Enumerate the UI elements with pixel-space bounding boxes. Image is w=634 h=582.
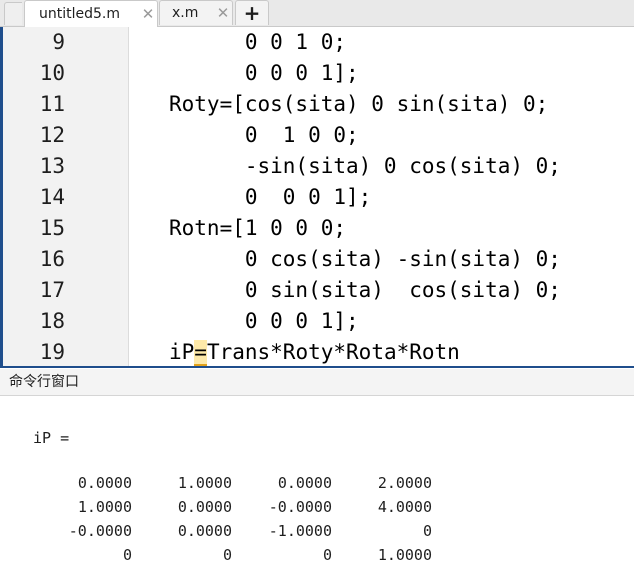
matrix-cell: 0 (422, 522, 432, 540)
code-text[interactable]: 0 0 0 1]; (169, 182, 371, 213)
code-text[interactable]: iP=Trans*Roty*Rota*Rotn (169, 337, 460, 368)
code-text[interactable]: Rotn=[1 0 0 0; (169, 213, 346, 244)
close-icon[interactable]: ✕ (139, 5, 157, 23)
matrix-cell: 0.0000 (177, 522, 232, 540)
code-line[interactable]: 15 Rotn=[1 0 0 0; (3, 213, 634, 244)
tab-x[interactable]: x.m ✕ (159, 0, 233, 25)
code-text[interactable]: 0 0 1 0; (169, 27, 346, 58)
line-number: 14 (39, 185, 65, 209)
code-text-before: iP (169, 340, 195, 364)
line-number: 15 (39, 216, 65, 240)
output-variable-line: iP = (33, 429, 70, 447)
matrix-cell: 2.0000 (377, 474, 432, 492)
code-line[interactable]: 9 0 0 1 0; (3, 27, 634, 58)
matrix-row: -0.0000 0.0000 -1.0000 0 (0, 522, 634, 546)
matrix-row: 0.0000 1.0000 0.0000 2.0000 (0, 474, 634, 498)
code-text[interactable]: 0 sin(sita) cos(sita) 0; (169, 275, 561, 306)
matrix-cell: 0.0000 (277, 474, 332, 492)
line-number: 12 (39, 123, 65, 147)
code-line[interactable]: 12 0 1 0 0; (3, 120, 634, 151)
code-line[interactable]: 13 -sin(sita) 0 cos(sita) 0; (3, 151, 634, 182)
code-line[interactable]: 14 0 0 0 1]; (3, 182, 634, 213)
close-icon[interactable]: ✕ (214, 4, 232, 22)
matrix-cell: 0.0000 (177, 498, 232, 516)
code-line[interactable]: 17 0 sin(sita) cos(sita) 0; (3, 275, 634, 306)
matrix-cell: -1.0000 (268, 522, 332, 540)
matrix-cell: 0 (122, 546, 132, 564)
code-line[interactable]: 16 0 cos(sita) -sin(sita) 0; (3, 244, 634, 275)
tab-label: untitled5.m (39, 6, 120, 22)
code-text[interactable]: 0 1 0 0; (169, 120, 359, 151)
line-number: 9 (52, 30, 65, 54)
matrix-cell: 4.0000 (377, 498, 432, 516)
line-number: 10 (39, 61, 65, 85)
code-editor[interactable]: 9 0 0 1 0; 10 0 0 0 1]; 11 Roty=[cos(sita) … (0, 27, 634, 367)
line-number: 18 (39, 309, 65, 333)
matrix-cell: 1.0000 (377, 546, 432, 564)
code-line[interactable]: 11 Roty=[cos(sita) 0 sin(sita) 0; (3, 89, 634, 120)
line-number: 17 (39, 278, 65, 302)
editor-tab-bar: untitled5.m ✕ x.m ✕ + (0, 0, 634, 27)
matrix-row: 0 0 0 1.0000 (0, 546, 634, 570)
code-text[interactable]: Roty=[cos(sita) 0 sin(sita) 0; (169, 89, 548, 120)
matrix-cell: 1.0000 (177, 474, 232, 492)
code-line[interactable]: 19 iP=Trans*Roty*Rota*Rotn (3, 337, 634, 368)
tab-bar-edge (4, 2, 22, 25)
tab-label: x.m (172, 5, 199, 21)
code-text[interactable]: 0 0 0 1]; (169, 306, 359, 337)
matrix-cell: 0 (222, 546, 232, 564)
matrix-cell: -0.0000 (68, 522, 132, 540)
code-text[interactable]: 0 cos(sita) -sin(sita) 0; (169, 244, 561, 275)
code-text-after: Trans*Roty*Rota*Rotn (206, 340, 460, 364)
matrix-cell: 0.0000 (77, 474, 132, 492)
matrix-cell: 1.0000 (77, 498, 132, 516)
code-text[interactable]: 0 0 0 1]; (169, 58, 359, 89)
add-tab-button[interactable]: + (235, 0, 269, 25)
matrix-cell: -0.0000 (268, 498, 332, 516)
tab-untitled5[interactable]: untitled5.m ✕ (24, 0, 158, 27)
code-line[interactable]: 10 0 0 0 1]; (3, 58, 634, 89)
code-text[interactable]: -sin(sita) 0 cos(sita) 0; (169, 151, 561, 182)
line-number: 16 (39, 247, 65, 271)
command-window[interactable]: iP = 0.0000 1.0000 0.0000 2.0000 1.0000 0.000… (0, 396, 634, 582)
matrix-row: 1.0000 0.0000 -0.0000 4.0000 (0, 498, 634, 522)
line-number: 19 (39, 340, 65, 364)
command-window-title: 命令行窗口 (0, 369, 634, 396)
editor-focus-border (0, 366, 634, 368)
cursor-highlight: = (194, 340, 207, 366)
line-number: 13 (39, 154, 65, 178)
code-line[interactable]: 18 0 0 0 1]; (3, 306, 634, 337)
line-number: 11 (39, 92, 65, 116)
matrix-cell: 0 (322, 546, 332, 564)
